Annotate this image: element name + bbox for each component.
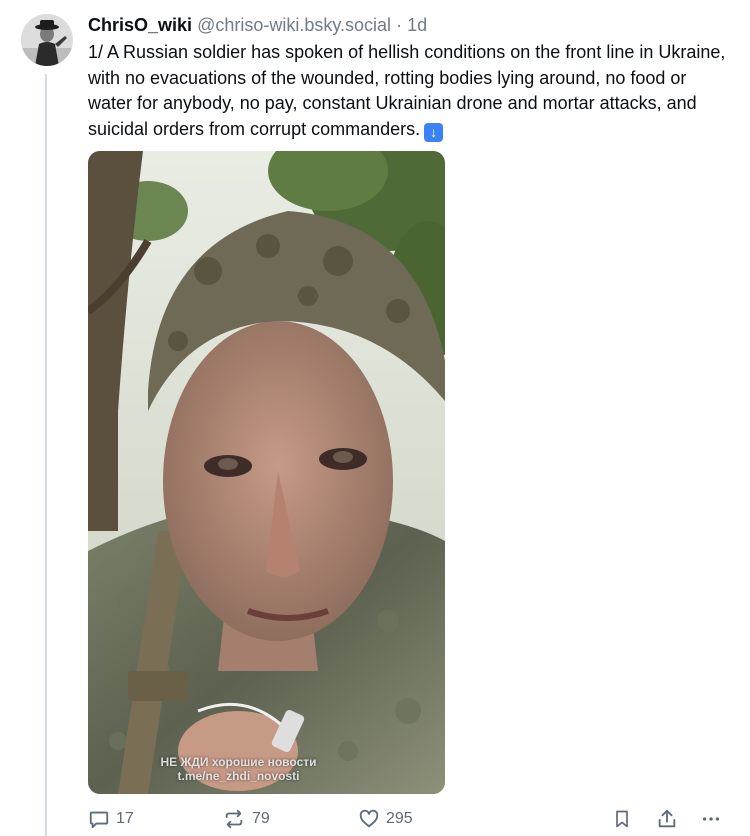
reply-icon xyxy=(89,811,109,829)
down-arrow-emoji-icon: ↓ xyxy=(424,122,444,142)
post-text: 1/ A Russian soldier has spoken of helli… xyxy=(88,42,726,139)
post-body: 1/ A Russian soldier has spoken of helli… xyxy=(88,40,728,142)
reply-button[interactable]: 17 xyxy=(88,805,134,833)
bookmark-icon xyxy=(616,810,628,828)
bookmark-button[interactable] xyxy=(612,805,632,833)
repost-icon xyxy=(225,809,243,829)
video-watermark-title: НЕ ЖДИ хорошие новости xyxy=(160,755,317,769)
display-name[interactable]: ChrisO_wiki xyxy=(88,15,192,35)
more-icon xyxy=(702,817,720,821)
post-actions: 17 79 295 xyxy=(88,805,728,833)
like-button[interactable]: 295 xyxy=(358,805,413,833)
avatar[interactable] xyxy=(21,14,73,66)
like-count: 295 xyxy=(386,810,413,827)
thread-line xyxy=(45,74,47,836)
soldier-photo xyxy=(88,151,445,794)
video-watermark-link: t.me/ne_zhdi_novosti xyxy=(177,769,300,783)
repost-count: 79 xyxy=(252,810,270,827)
more-options-button[interactable] xyxy=(700,805,722,833)
share-button[interactable] xyxy=(656,805,678,833)
like-icon xyxy=(359,809,379,828)
reply-count: 17 xyxy=(116,810,134,827)
share-icon xyxy=(658,809,676,828)
post-age[interactable]: 1d xyxy=(407,15,427,35)
video-thumbnail[interactable]: НЕ ЖДИ хорошие новости t.me/ne_zhdi_novo… xyxy=(88,151,445,794)
post-header: ChrisO_wiki @chriso-wiki.bsky.social · 1… xyxy=(88,13,427,37)
handle[interactable]: @chriso-wiki.bsky.social xyxy=(197,15,391,35)
separator-dot: · xyxy=(396,15,403,35)
repost-button[interactable]: 79 xyxy=(222,805,270,833)
